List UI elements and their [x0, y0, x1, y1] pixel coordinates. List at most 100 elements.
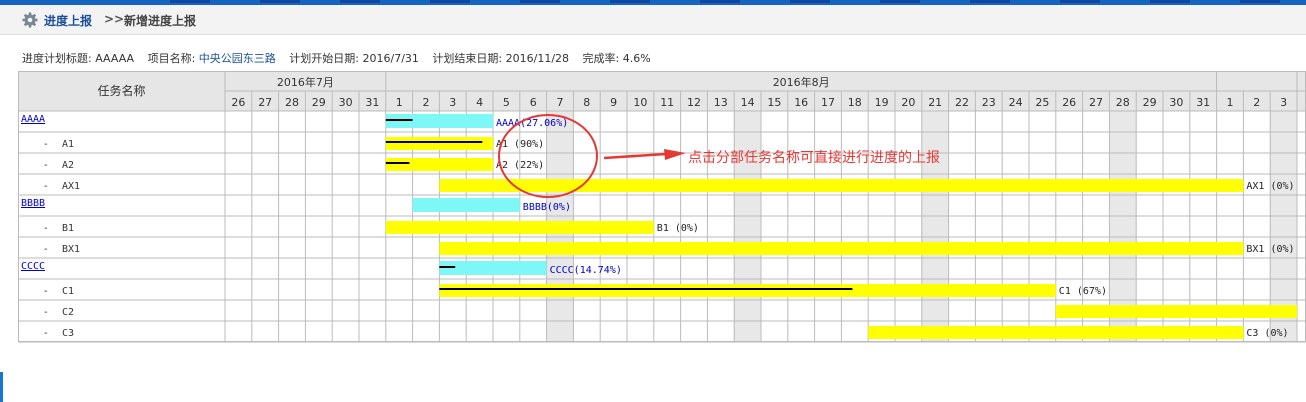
day-header: 9	[610, 96, 617, 109]
day-header: 11	[660, 96, 674, 109]
task-progress-line	[385, 162, 410, 164]
day-header: 18	[848, 96, 862, 109]
task-progress-line	[385, 141, 483, 143]
day-header: 12	[687, 96, 701, 109]
plan-info-line: 进度计划标题: AAAAA 项目名称: 中央公园东三路 计划开始日期: 2016…	[22, 50, 651, 66]
task-indent-dash: -	[44, 286, 48, 297]
task-indent-dash: -	[44, 160, 48, 171]
month-header: 2016年8月	[773, 75, 830, 89]
task-bar[interactable]	[412, 198, 520, 212]
day-header: 24	[1009, 96, 1023, 109]
task-bar-label: BX1 (0%)	[1246, 244, 1294, 255]
day-header: 3	[449, 96, 456, 109]
day-header: 15	[767, 96, 781, 109]
task-bar[interactable]	[385, 158, 493, 171]
task-name: AX1	[62, 181, 80, 192]
task-indent-dash: -	[44, 328, 48, 339]
task-indent-dash: -	[44, 223, 48, 234]
task-bar[interactable]	[439, 242, 1244, 255]
task-bar-label: C3 (0%)	[1246, 328, 1288, 339]
task-indent-dash: -	[44, 139, 48, 150]
task-bar-label: C1 (67%)	[1059, 286, 1107, 297]
shaded-day-column	[921, 111, 949, 342]
task-indent-dash: -	[44, 244, 48, 255]
task-bar[interactable]	[439, 284, 1056, 297]
task-indent-dash: -	[44, 307, 48, 318]
day-header: 29	[1143, 96, 1157, 109]
day-header: 10	[633, 96, 647, 109]
completion-rate-value: 4.6%	[622, 52, 651, 65]
day-header: 7	[557, 96, 564, 109]
day-header: 27	[1089, 96, 1103, 109]
day-header: 30	[1169, 96, 1183, 109]
day-header: 28	[1116, 96, 1130, 109]
plan-start-label: 计划开始日期:	[289, 52, 360, 65]
breadcrumb-bar: 进度上报 >> 新增进度上报	[0, 5, 1306, 35]
task-bar-label: AX1 (0%)	[1246, 181, 1294, 192]
day-header: 22	[955, 96, 969, 109]
day-header: 21	[928, 96, 942, 109]
task-bar[interactable]	[385, 221, 654, 234]
project-name-link[interactable]: 中央公园东三路	[199, 52, 276, 65]
task-name-link[interactable]: BBBB	[21, 198, 45, 209]
task-progress-line	[439, 288, 853, 290]
plan-end-value: 2016/11/28	[505, 52, 570, 65]
completion-rate-label: 完成率:	[582, 52, 620, 65]
day-header: 4	[476, 96, 483, 109]
day-header: 30	[339, 96, 353, 109]
task-name: A1	[62, 139, 74, 150]
day-header: 29	[312, 96, 326, 109]
annotation-text: 点击分部任务名称可直接进行进度的上报	[688, 150, 940, 166]
day-header: 13	[714, 96, 728, 109]
task-name-link[interactable]: AAAA	[21, 114, 45, 125]
task-name: C1	[62, 286, 74, 297]
day-header: 25	[1035, 96, 1049, 109]
page-title: 新增进度上报	[124, 14, 197, 28]
task-name: C2	[62, 307, 74, 318]
day-header: 20	[901, 96, 915, 109]
task-indent-dash: -	[44, 181, 48, 192]
task-progress-line	[385, 119, 413, 121]
annotation-arrow-icon	[604, 149, 686, 160]
day-header: 1	[1227, 96, 1234, 109]
month-header: 2016年7月	[277, 75, 334, 89]
plan-title-value: AAAAA	[95, 52, 135, 65]
day-header: 31	[1196, 96, 1210, 109]
day-header: 2	[1253, 96, 1260, 109]
day-header: 27	[258, 96, 272, 109]
breadcrumb-progress-report[interactable]: 进度上报	[44, 12, 92, 29]
task-name-header: 任务名称	[97, 83, 145, 98]
day-header: 19	[875, 96, 889, 109]
task-bar-label: BBBB(0%)	[523, 202, 571, 213]
task-name: B1	[62, 223, 74, 234]
task-bar-label: B1 (0%)	[657, 223, 699, 234]
task-name: BX1	[62, 244, 80, 255]
annotation-circle	[498, 114, 598, 198]
shaded-day-column	[734, 111, 761, 342]
day-header: 1	[396, 96, 403, 109]
day-header: 3	[1280, 96, 1287, 109]
day-header: 28	[285, 96, 299, 109]
task-bar[interactable]	[1055, 305, 1297, 318]
day-header: 6	[530, 96, 537, 109]
task-bar[interactable]	[868, 326, 1244, 339]
day-header: 17	[821, 96, 835, 109]
task-bar[interactable]	[385, 137, 493, 150]
task-bar-label: CCCC(14.74%)	[550, 265, 622, 276]
plan-start-value: 2016/7/31	[362, 52, 419, 65]
day-header: 26	[1062, 96, 1076, 109]
task-name: A2	[62, 160, 74, 171]
left-edge-strip	[0, 372, 3, 402]
project-name-label: 项目名称:	[147, 52, 196, 65]
day-header: 14	[741, 96, 755, 109]
task-name-link[interactable]: CCCC	[21, 261, 45, 272]
day-header: 16	[794, 96, 808, 109]
gear-icon	[22, 12, 38, 28]
breadcrumb-separator: >>	[104, 12, 125, 26]
task-progress-line	[439, 266, 456, 268]
plan-title-label: 进度计划标题:	[22, 52, 92, 65]
day-header: 2	[423, 96, 430, 109]
day-header: 26	[231, 96, 245, 109]
day-header: 31	[365, 96, 379, 109]
task-bar[interactable]	[439, 261, 547, 275]
